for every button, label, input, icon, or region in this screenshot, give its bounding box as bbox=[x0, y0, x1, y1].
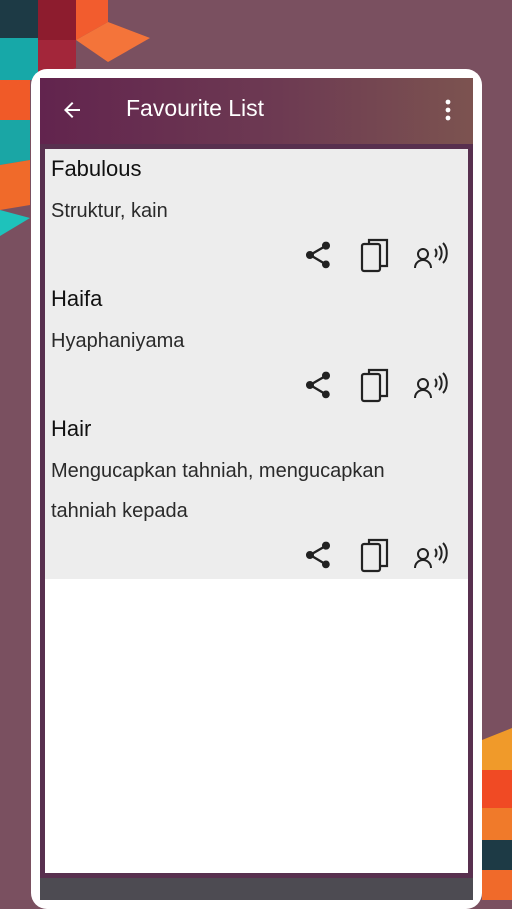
copy-button[interactable] bbox=[355, 535, 395, 575]
list-item: Fabulous Struktur, kain bbox=[45, 149, 468, 279]
copy-icon bbox=[360, 368, 389, 403]
copy-icon bbox=[360, 538, 389, 573]
favourite-meaning: Hyaphaniyama bbox=[51, 330, 185, 352]
share-button[interactable] bbox=[298, 235, 338, 275]
copy-icon bbox=[360, 238, 389, 273]
favourite-meaning: Struktur, kain bbox=[51, 200, 168, 222]
favourite-meaning: Mengucapkan tahniah, mengucapkan tahniah… bbox=[51, 460, 385, 522]
share-button[interactable] bbox=[298, 535, 338, 575]
favourite-word: Hair bbox=[51, 416, 92, 441]
app-screen: Favourite List Fabulous Struktur, kain H… bbox=[40, 78, 473, 900]
back-button[interactable] bbox=[54, 92, 90, 128]
speak-button[interactable] bbox=[412, 235, 452, 275]
speak-button[interactable] bbox=[412, 535, 452, 575]
copy-button[interactable] bbox=[355, 365, 395, 405]
bottom-bar bbox=[40, 878, 473, 900]
speak-icon bbox=[414, 372, 448, 399]
share-button[interactable] bbox=[298, 365, 338, 405]
speak-icon bbox=[414, 242, 448, 269]
item-actions bbox=[51, 231, 462, 279]
favourite-list-container: Fabulous Struktur, kain Haifa Hyaphaniya… bbox=[45, 149, 468, 873]
speak-button[interactable] bbox=[412, 365, 452, 405]
more-vertical-icon bbox=[445, 99, 451, 121]
item-actions bbox=[51, 361, 462, 409]
overflow-menu-button[interactable] bbox=[435, 92, 461, 128]
page-title: Favourite List bbox=[126, 95, 265, 121]
list-item: Hair Mengucapkan tahniah, mengucapkan ta… bbox=[45, 409, 468, 579]
speak-icon bbox=[414, 542, 448, 569]
share-icon bbox=[306, 541, 330, 569]
favourite-word: Haifa bbox=[51, 286, 103, 311]
favourite-word: Fabulous bbox=[51, 156, 142, 181]
app-bar: Favourite List bbox=[40, 78, 473, 144]
arrow-left-icon bbox=[64, 102, 80, 118]
item-actions bbox=[51, 531, 462, 579]
favourite-list: Fabulous Struktur, kain Haifa Hyaphaniya… bbox=[45, 149, 468, 579]
copy-button[interactable] bbox=[355, 235, 395, 275]
list-item: Haifa Hyaphaniyama bbox=[45, 279, 468, 409]
share-icon bbox=[306, 371, 330, 399]
share-icon bbox=[306, 241, 330, 269]
